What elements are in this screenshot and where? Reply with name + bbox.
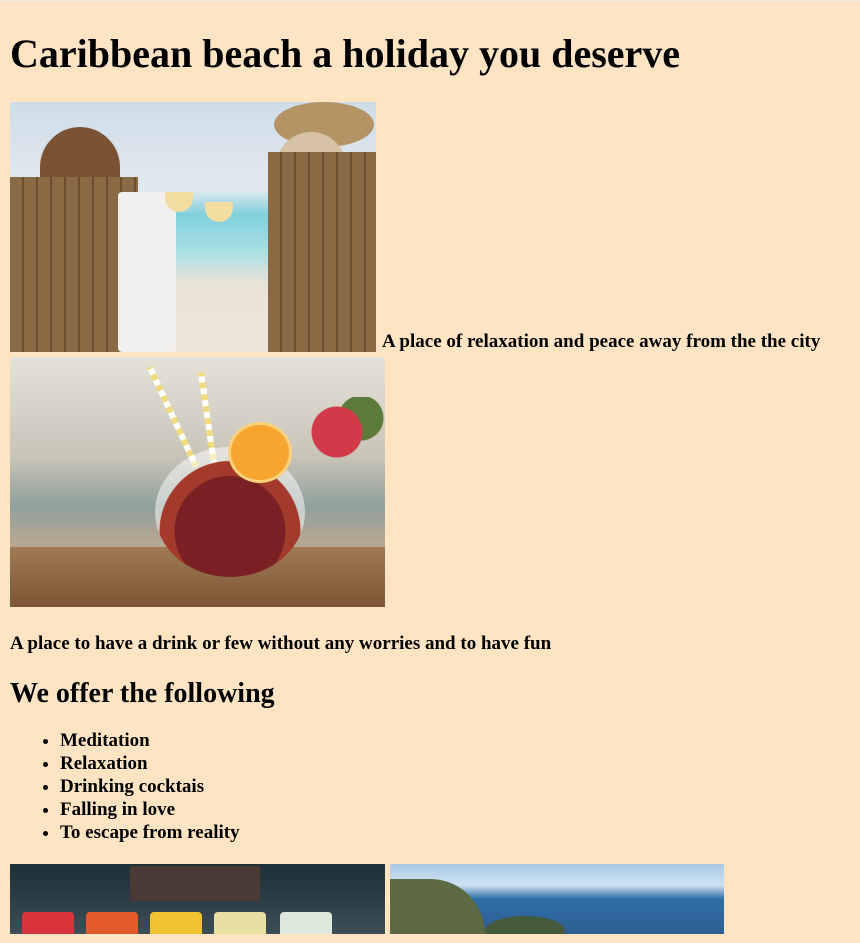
coastline-image: [390, 864, 724, 934]
chalk-menu-board: [130, 866, 260, 901]
cocktails-bar-image: [10, 864, 385, 934]
offers-heading: We offer the following: [10, 678, 275, 709]
list-item: Meditation: [60, 729, 850, 752]
list-item: Drinking cocktais: [60, 775, 850, 798]
straw: [147, 365, 199, 469]
drink-caption: A place to have a drink or few without a…: [10, 633, 552, 654]
page-content: Caribbean beach a holiday you deserve A …: [0, 1, 860, 934]
relaxation-section: A place of relaxation and peace away fro…: [10, 102, 850, 352]
flowers: [305, 397, 385, 467]
cocktail-glass: [214, 912, 266, 934]
right-beach-chair: [268, 152, 376, 352]
relaxation-caption: A place of relaxation and peace away fro…: [382, 331, 821, 352]
island: [485, 916, 565, 934]
list-item: Falling in love: [60, 798, 850, 821]
offers-list: Meditation Relaxation Drinking cocktais …: [10, 729, 850, 844]
cocktail-glass: [280, 912, 332, 934]
cocktail-glass: [22, 912, 74, 934]
cocktail-glass: [150, 912, 202, 934]
cocktail-glass: [86, 912, 138, 934]
sangria-drink-image: [10, 357, 385, 607]
list-item: Relaxation: [60, 752, 850, 775]
cliff: [390, 879, 485, 934]
orange-slice: [228, 422, 292, 483]
list-item: To escape from reality: [60, 821, 850, 844]
towel: [118, 192, 176, 352]
cocktail-glass: [205, 202, 233, 222]
bottom-images: [10, 864, 850, 934]
page-title: Caribbean beach a holiday you deserve: [10, 31, 681, 76]
beach-chairs-image: [10, 102, 376, 352]
